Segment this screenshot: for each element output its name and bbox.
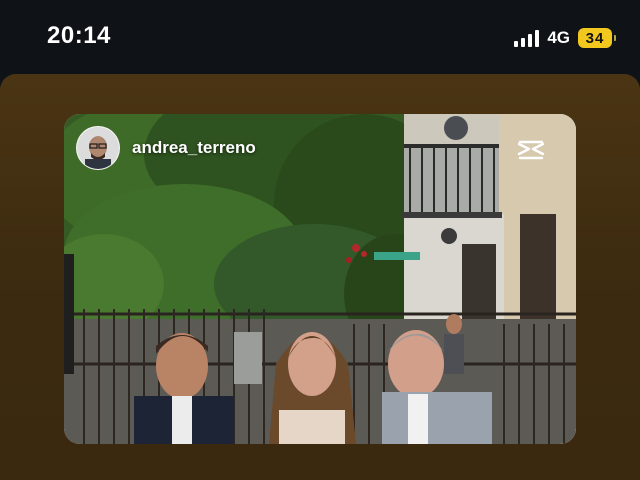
- status-time: 20:14: [47, 22, 111, 49]
- status-bar: 20:14 4G 34: [0, 0, 640, 74]
- signal-icon: [514, 29, 540, 47]
- battery-level: 34: [585, 29, 605, 47]
- network-label: 4G: [547, 28, 570, 47]
- status-indicators: 4G 34: [514, 26, 616, 50]
- avatar[interactable]: [76, 126, 120, 170]
- author-username[interactable]: andrea_terreno: [132, 138, 256, 158]
- capcut-icon: [516, 138, 546, 162]
- post-author-row[interactable]: andrea_terreno: [76, 126, 256, 170]
- phone-screen: 20:14 4G 34 andrea_terreno: [0, 0, 640, 480]
- battery-icon: 34: [578, 28, 616, 48]
- shared-post-card[interactable]: andrea_terreno: [64, 114, 576, 444]
